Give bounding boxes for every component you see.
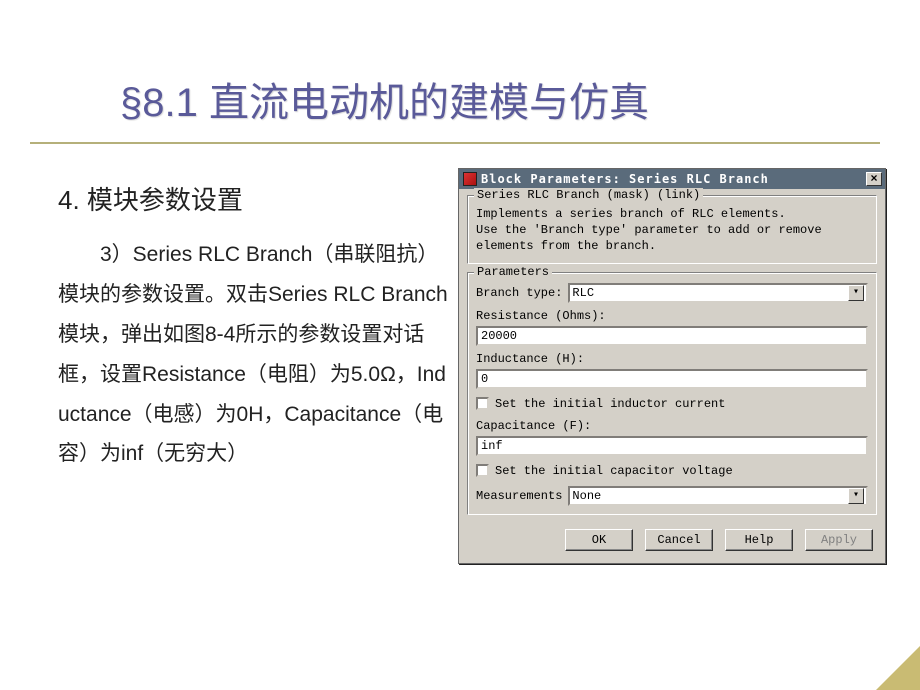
resistance-input[interactable] bbox=[476, 326, 868, 346]
matlab-icon bbox=[463, 172, 477, 186]
resistance-label: Resistance (Ohms): bbox=[476, 309, 868, 323]
apply-button[interactable]: Apply bbox=[805, 529, 873, 551]
close-button[interactable]: × bbox=[866, 172, 882, 186]
block-parameters-dialog: Block Parameters: Series RLC Branch × Se… bbox=[458, 168, 886, 564]
help-button[interactable]: Help bbox=[725, 529, 793, 551]
dialog-title: Block Parameters: Series RLC Branch bbox=[481, 172, 866, 186]
inductor-current-row[interactable]: Set the initial inductor current bbox=[476, 397, 868, 411]
chevron-down-icon[interactable]: ▾ bbox=[848, 285, 864, 301]
dialog-button-row: OK Cancel Help Apply bbox=[467, 523, 877, 555]
capacitance-label: Capacitance (F): bbox=[476, 419, 868, 433]
capacitor-voltage-label: Set the initial capacitor voltage bbox=[495, 464, 733, 478]
measurements-label: Measurements bbox=[476, 489, 562, 503]
inductor-current-label: Set the initial inductor current bbox=[495, 397, 725, 411]
branch-type-value: RLC bbox=[572, 286, 594, 300]
description-text: Implements a series branch of RLC elemen… bbox=[476, 206, 868, 255]
measurements-value: None bbox=[572, 489, 601, 503]
parameters-legend: Parameters bbox=[474, 265, 552, 279]
cancel-button[interactable]: Cancel bbox=[645, 529, 713, 551]
inductor-current-checkbox[interactable] bbox=[476, 397, 489, 410]
slide-title: §8.1 直流电动机的建模与仿真 bbox=[120, 70, 840, 128]
branch-type-row: Branch type: RLC ▾ bbox=[476, 283, 868, 303]
slide: §8.1 直流电动机的建模与仿真 4. 模块参数设置 3）Series RLC … bbox=[0, 0, 920, 690]
title-area: §8.1 直流电动机的建模与仿真 bbox=[30, 40, 880, 144]
content-area: 4. 模块参数设置 3）Series RLC Branch（串联阻抗）模块的参数… bbox=[58, 180, 880, 474]
inductance-input[interactable] bbox=[476, 369, 868, 389]
chevron-down-icon[interactable]: ▾ bbox=[848, 488, 864, 504]
description-legend: Series RLC Branch (mask) (link) bbox=[474, 188, 703, 202]
ok-button[interactable]: OK bbox=[565, 529, 633, 551]
capacitor-voltage-checkbox[interactable] bbox=[476, 464, 489, 477]
capacitor-voltage-row[interactable]: Set the initial capacitor voltage bbox=[476, 464, 868, 478]
branch-type-label: Branch type: bbox=[476, 286, 562, 300]
parameters-group: Parameters Branch type: RLC ▾ Resistance… bbox=[467, 272, 877, 515]
body-paragraph: 3）Series RLC Branch（串联阻抗）模块的参数设置。双击Serie… bbox=[58, 235, 448, 474]
dialog-titlebar[interactable]: Block Parameters: Series RLC Branch × bbox=[459, 169, 885, 189]
corner-decoration bbox=[876, 646, 920, 690]
branch-type-select[interactable]: RLC ▾ bbox=[568, 283, 868, 303]
description-group: Series RLC Branch (mask) (link) Implemen… bbox=[467, 195, 877, 264]
measurements-row: Measurements None ▾ bbox=[476, 486, 868, 506]
inductance-label: Inductance (H): bbox=[476, 352, 868, 366]
measurements-select[interactable]: None ▾ bbox=[568, 486, 868, 506]
dialog-body: Series RLC Branch (mask) (link) Implemen… bbox=[459, 189, 885, 563]
capacitance-input[interactable] bbox=[476, 436, 868, 456]
